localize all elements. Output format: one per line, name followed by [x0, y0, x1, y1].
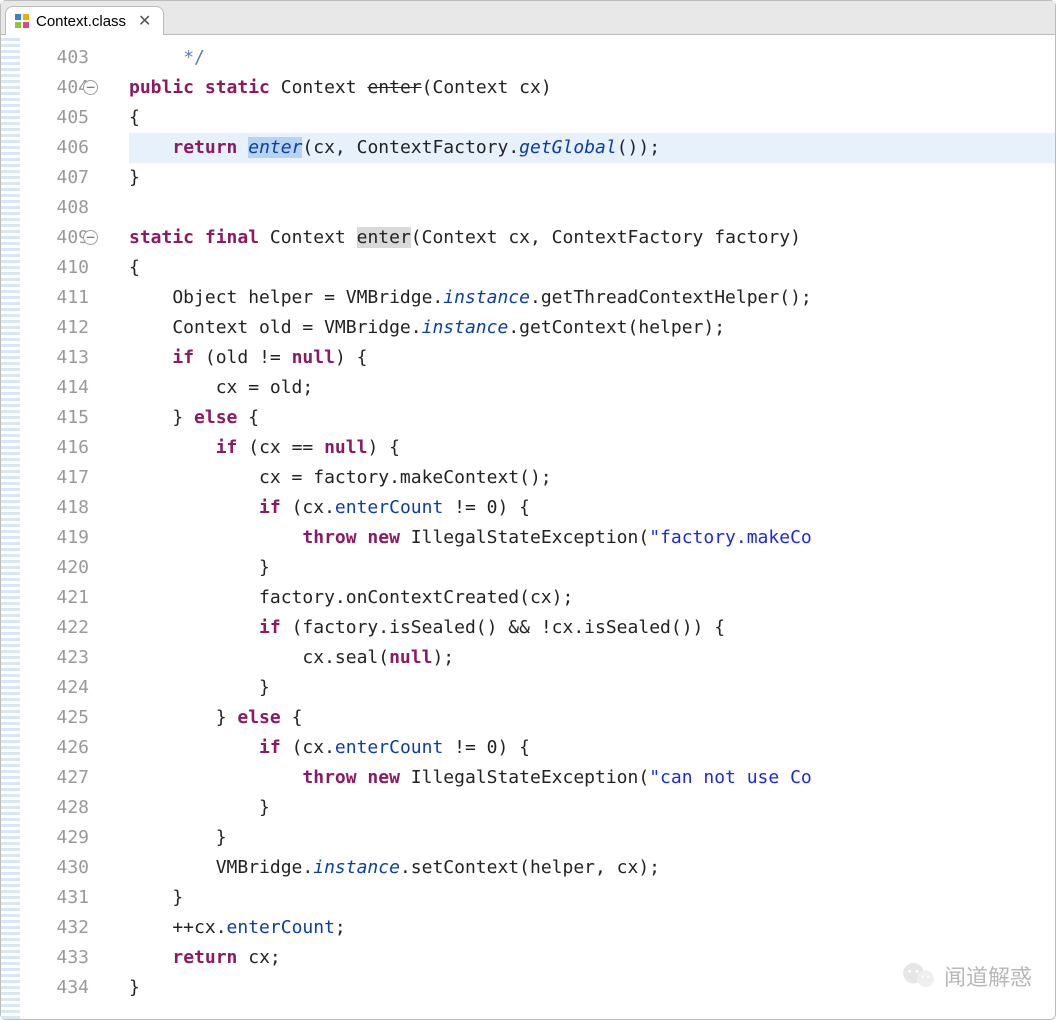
- code-line[interactable]: ++cx.enterCount;: [129, 913, 1055, 943]
- code-line[interactable]: public static Context enter(Context cx): [129, 73, 1055, 103]
- code-line[interactable]: [129, 193, 1055, 223]
- code-line[interactable]: if (old != null) {: [129, 343, 1055, 373]
- line-number: 411: [21, 283, 95, 313]
- code-line[interactable]: {: [129, 253, 1055, 283]
- line-number: 418: [21, 493, 95, 523]
- line-number: 430: [21, 853, 95, 883]
- code-line[interactable]: VMBridge.instance.setContext(helper, cx)…: [129, 853, 1055, 883]
- line-number: 415: [21, 403, 95, 433]
- code-line[interactable]: return enter(cx, ContextFactory.getGloba…: [129, 133, 1055, 163]
- code-line[interactable]: if (factory.isSealed() && !cx.isSealed()…: [129, 613, 1055, 643]
- fold-toggle-icon[interactable]: −: [83, 230, 98, 245]
- code-line[interactable]: factory.onContextCreated(cx);: [129, 583, 1055, 613]
- fold-toggle-icon[interactable]: −: [83, 80, 98, 95]
- code-editor[interactable]: 403404−405406407408409−41041141241341441…: [1, 35, 1055, 1019]
- code-line[interactable]: } else {: [129, 403, 1055, 433]
- line-number: 419: [21, 523, 95, 553]
- editor-tab-context-class[interactable]: Context.class ✕: [5, 6, 164, 35]
- line-number: 412: [21, 313, 95, 343]
- line-number: 424: [21, 673, 95, 703]
- editor-tabbar: Context.class ✕: [1, 1, 1055, 35]
- line-number: 407: [21, 163, 95, 193]
- line-number: 417: [21, 463, 95, 493]
- code-line[interactable]: }: [129, 883, 1055, 913]
- code-line[interactable]: cx.seal(null);: [129, 643, 1055, 673]
- line-number: 409−: [21, 223, 95, 253]
- marker-bar: [1, 35, 21, 1019]
- code-line[interactable]: throw new IllegalStateException("can not…: [129, 763, 1055, 793]
- line-number: 431: [21, 883, 95, 913]
- line-number: 428: [21, 793, 95, 823]
- code-line[interactable]: if (cx.enterCount != 0) {: [129, 733, 1055, 763]
- line-number: 427: [21, 763, 95, 793]
- line-number: 426: [21, 733, 95, 763]
- line-number: 410: [21, 253, 95, 283]
- code-line[interactable]: {: [129, 103, 1055, 133]
- code-line[interactable]: if (cx.enterCount != 0) {: [129, 493, 1055, 523]
- line-number: 429: [21, 823, 95, 853]
- watermark: 闻道解惑: [902, 960, 1032, 992]
- code-line[interactable]: }: [129, 553, 1055, 583]
- wechat-icon: [902, 962, 936, 990]
- code-line[interactable]: }: [129, 163, 1055, 193]
- code-line[interactable]: static final Context enter(Context cx, C…: [129, 223, 1055, 253]
- code-area[interactable]: */public static Context enter(Context cx…: [95, 35, 1055, 1019]
- line-number: 404−: [21, 73, 95, 103]
- line-number: 434: [21, 973, 95, 1003]
- code-line[interactable]: throw new IllegalStateException("factory…: [129, 523, 1055, 553]
- line-number: 432: [21, 913, 95, 943]
- line-number: 422: [21, 613, 95, 643]
- code-line[interactable]: }: [129, 673, 1055, 703]
- code-line[interactable]: cx = old;: [129, 373, 1055, 403]
- line-number: 420: [21, 553, 95, 583]
- tab-title: Context.class: [36, 13, 126, 30]
- line-number: 425: [21, 703, 95, 733]
- code-line[interactable]: }: [129, 823, 1055, 853]
- close-icon[interactable]: ✕: [138, 11, 151, 31]
- line-number: 413: [21, 343, 95, 373]
- line-number: 414: [21, 373, 95, 403]
- code-line[interactable]: Context old = VMBridge.instance.getConte…: [129, 313, 1055, 343]
- line-number-gutter: 403404−405406407408409−41041141241341441…: [21, 35, 95, 1019]
- code-line[interactable]: cx = factory.makeContext();: [129, 463, 1055, 493]
- code-line[interactable]: }: [129, 793, 1055, 823]
- line-number: 408: [21, 193, 95, 223]
- code-line[interactable]: Object helper = VMBridge.instance.getThr…: [129, 283, 1055, 313]
- code-line[interactable]: } else {: [129, 703, 1055, 733]
- line-number: 421: [21, 583, 95, 613]
- class-file-icon: [14, 13, 30, 29]
- line-number: 416: [21, 433, 95, 463]
- line-number: 405: [21, 103, 95, 133]
- line-number: 403: [21, 43, 95, 73]
- code-line[interactable]: if (cx == null) {: [129, 433, 1055, 463]
- line-number: 433: [21, 943, 95, 973]
- line-number: 423: [21, 643, 95, 673]
- line-number: 406: [21, 133, 95, 163]
- code-line[interactable]: */: [129, 43, 1055, 73]
- watermark-text: 闻道解惑: [944, 960, 1032, 992]
